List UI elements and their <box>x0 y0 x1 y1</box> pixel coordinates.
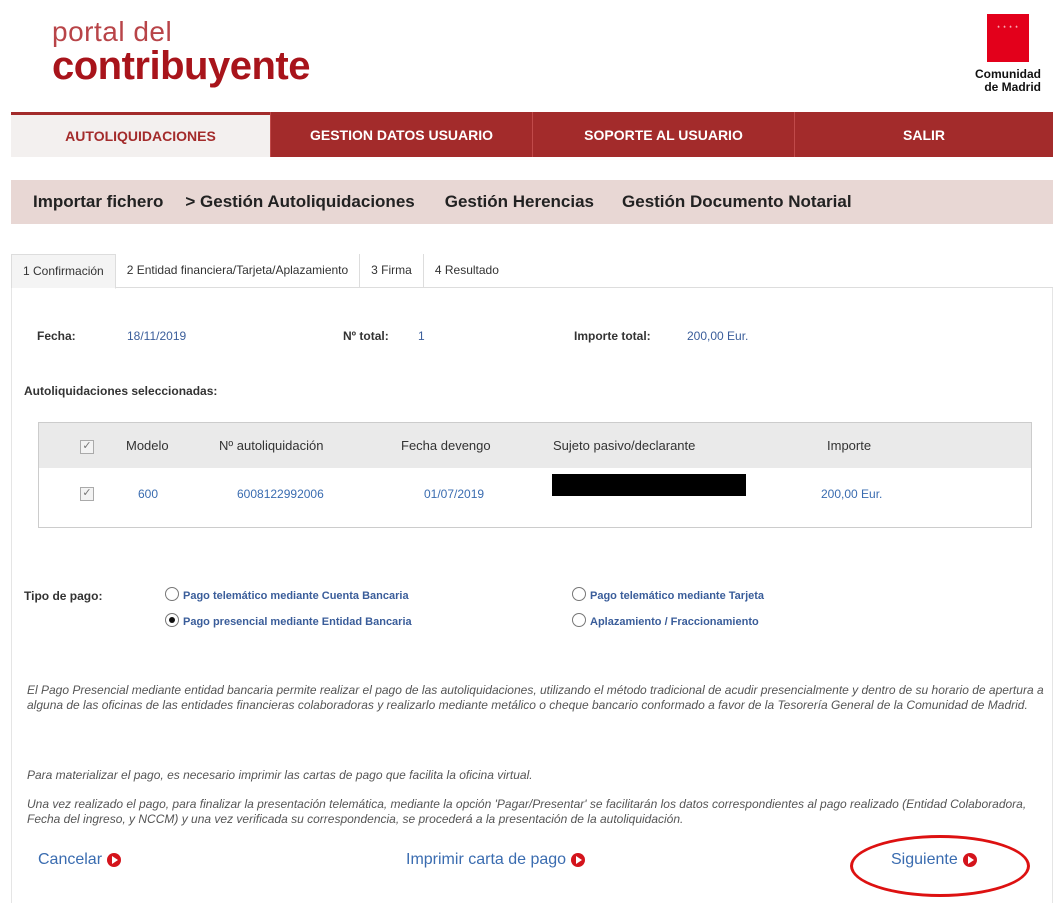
radio-entidad-bancaria[interactable] <box>165 613 179 627</box>
row-importe[interactable]: 200,00 Eur. <box>821 487 882 501</box>
step-tabs: 1 Confirmación 2 Entidad financiera/Tarj… <box>11 254 1053 289</box>
option-entidad-bancaria[interactable]: Pago presencial mediante Entidad Bancari… <box>183 616 412 628</box>
radio-tarjeta[interactable] <box>572 587 586 601</box>
region-name-line-2: de Madrid <box>984 80 1041 94</box>
logo-line-2: contribuyente <box>52 44 310 88</box>
print-label[interactable]: Imprimir carta de pago <box>406 851 566 869</box>
importe-total-value: 200,00 Eur. <box>687 329 749 343</box>
tab-resultado[interactable]: 4 Resultado <box>424 254 510 287</box>
radio-cuenta-bancaria[interactable] <box>165 587 179 601</box>
main-nav: AUTOLIQUIDACIONES GESTION DATOS USUARIO … <box>11 112 1053 157</box>
highlight-circle <box>850 835 1030 897</box>
col-fecha-devengo: Fecha devengo <box>401 438 491 453</box>
cancel-button[interactable]: Cancelar <box>38 851 122 869</box>
tipo-pago-label: Tipo de pago: <box>24 589 103 603</box>
tab-entidad-financiera[interactable]: 2 Entidad financiera/Tarjeta/Aplazamient… <box>116 254 361 287</box>
arrow-right-icon <box>107 853 122 867</box>
option-aplazamiento[interactable]: Aplazamiento / Fraccionamiento <box>590 616 759 628</box>
subnav-gestion-herencias[interactable]: Gestión Herencias <box>445 192 594 212</box>
subnav-importar-fichero[interactable]: Importar fichero <box>33 192 163 212</box>
print-payment-letter-button[interactable]: Imprimir carta de pago <box>406 851 586 869</box>
col-importe: Importe <box>827 438 872 453</box>
col-modelo: Modelo <box>126 438 169 453</box>
row-checkbox[interactable]: ✓ <box>80 487 94 501</box>
logo-line-1: portal del <box>52 16 173 47</box>
subnav-gestion-autoliquidaciones[interactable]: > Gestión Autoliquidaciones <box>185 192 414 212</box>
madrid-flag-icon <box>987 14 1029 62</box>
total-label: Nº total: <box>343 329 389 343</box>
nav-gestion-datos-usuario[interactable]: GESTION DATOS USUARIO <box>270 112 532 157</box>
radio-aplazamiento[interactable] <box>572 613 586 627</box>
flag-stars: * * * * <box>997 26 1019 32</box>
sub-nav: Importar fichero > Gestión Autoliquidaci… <box>11 180 1053 224</box>
total-value: 1 <box>418 329 425 343</box>
row-fecha[interactable]: 01/07/2019 <box>424 487 484 501</box>
select-all-checkbox[interactable]: ✓ <box>80 440 94 454</box>
option-tarjeta[interactable]: Pago telemático mediante Tarjeta <box>590 590 764 602</box>
col-sujeto: Sujeto pasivo/declarante <box>553 438 696 453</box>
fecha-label: Fecha: <box>37 329 76 343</box>
fecha-value: 18/11/2019 <box>127 329 187 343</box>
cancel-label[interactable]: Cancelar <box>38 851 102 869</box>
tab-firma[interactable]: 3 Firma <box>360 254 424 287</box>
region-name: Comunidad de Madrid <box>975 68 1041 94</box>
option-cuenta-bancaria[interactable]: Pago telemático mediante Cuenta Bancaria <box>183 590 409 602</box>
info-paragraph-1: El Pago Presencial mediante entidad banc… <box>27 683 1044 712</box>
nav-autoliquidaciones[interactable]: AUTOLIQUIDACIONES <box>11 112 270 157</box>
info-paragraph-3: Una vez realizado el pago, para finaliza… <box>27 797 1027 826</box>
portal-logo: portal del contribuyente <box>52 16 310 88</box>
arrow-right-icon <box>571 853 586 867</box>
col-numero: Nº autoliquidación <box>219 438 324 453</box>
redacted-sujeto <box>552 474 746 496</box>
nav-salir[interactable]: SALIR <box>794 112 1053 157</box>
info-paragraph-2: Para materializar el pago, es necesario … <box>27 768 533 782</box>
subnav-gestion-documento-notarial[interactable]: Gestión Documento Notarial <box>622 192 852 212</box>
table-header: ✓ Modelo Nº autoliquidación Fecha deveng… <box>39 423 1031 468</box>
nav-soporte-usuario[interactable]: SOPORTE AL USUARIO <box>532 112 794 157</box>
tab-confirmacion[interactable]: 1 Confirmación <box>11 254 116 289</box>
selected-title: Autoliquidaciones seleccionadas: <box>24 384 218 398</box>
importe-total-label: Importe total: <box>574 329 651 343</box>
autoliquidaciones-table: ✓ Modelo Nº autoliquidación Fecha deveng… <box>38 422 1032 528</box>
row-numero[interactable]: 6008122992006 <box>237 487 324 501</box>
row-modelo[interactable]: 600 <box>138 487 158 501</box>
